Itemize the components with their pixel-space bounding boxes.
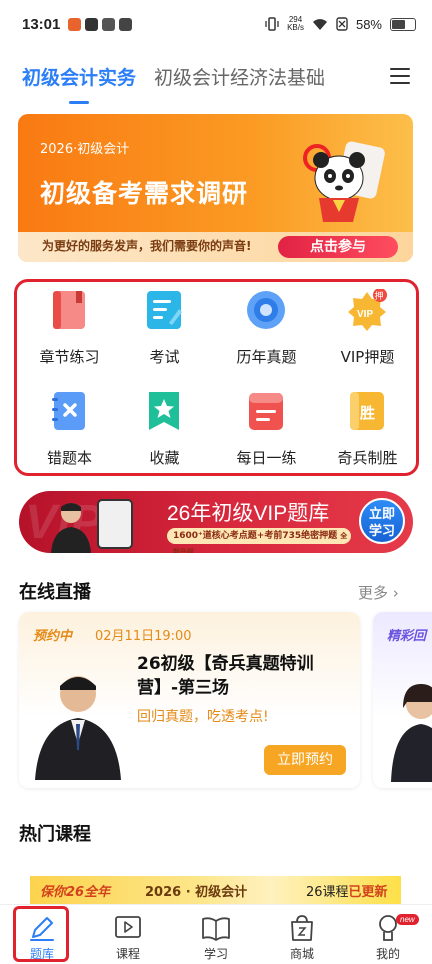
shopping-bag-icon: [291, 915, 313, 941]
tab-practice[interactable]: 初级会计实务: [22, 63, 136, 104]
join-survey-button[interactable]: 点击参与: [278, 236, 398, 258]
wifi-icon: [312, 18, 327, 30]
sim-off-icon: [336, 17, 348, 31]
tab-economic-law[interactable]: 初级会计经济法基础: [154, 63, 325, 90]
teacher-photo: [35, 676, 121, 780]
banner-tag: 2026·初级会计: [40, 142, 130, 157]
top-nav: 初级会计实务 初级会计经济法基础: [0, 48, 432, 104]
grid-item-label: 错题本: [46, 449, 92, 467]
grid-item-label: 章节练习: [39, 348, 100, 366]
tab-label: 商城: [289, 947, 314, 961]
grid-item-daily-practice[interactable]: 每日一练: [219, 384, 314, 474]
notification-icons: [68, 17, 133, 31]
tab-study[interactable]: 学习: [186, 905, 246, 964]
tab-label: 课程: [115, 947, 140, 961]
hot-banner-update-highlight: 已更新: [348, 885, 388, 900]
more-label: 更多: [358, 584, 389, 602]
grid-item-label: 考试: [149, 348, 180, 366]
grid-item-mistake-book[interactable]: 错题本: [22, 384, 117, 474]
banner-subtitle: 为更好的服务发声，我们需要你的声音!: [42, 239, 252, 253]
grid-item-favorites[interactable]: 收藏: [117, 384, 212, 474]
hot-banner-update: 26课程已更新: [306, 881, 388, 900]
hot-section-title: 热门课程: [19, 824, 91, 845]
vip-pill-text: 1600⁺道核心考点题+考前735绝密押题: [173, 531, 338, 541]
vip-badge: 押: [375, 290, 384, 302]
status-time: 13:01: [22, 15, 61, 33]
surprise-glyph: 胜: [360, 404, 375, 422]
grid-item-vip-prediction[interactable]: VIP 押 VIP押题: [320, 283, 415, 373]
study-now-label: 立即学习: [368, 507, 395, 539]
teacher-photo: [391, 684, 432, 782]
live-card[interactable]: 精彩回: [373, 612, 432, 788]
grid-item-label: 历年真题: [236, 348, 297, 366]
mistake-book-icon: [52, 392, 85, 430]
vip-prediction-icon: VIP 押: [348, 289, 387, 331]
app-notification-icon: [119, 17, 133, 31]
grid-item-exam[interactable]: 考试: [117, 283, 212, 373]
app-notification-icon: [85, 17, 99, 31]
svg-text:VIP: VIP: [357, 309, 373, 320]
tab-label: 我的: [375, 947, 400, 961]
tab-label: 学习: [203, 947, 228, 961]
vip-feature-pill: 1600⁺道核心考点题+考前735绝密押题 全新升级: [167, 528, 351, 553]
favorites-icon: [149, 392, 179, 430]
survey-banner[interactable]: 2026·初级会计 初级备考需求调研 为更好的服务发声，我们需要你的声音! 点击…: [18, 114, 413, 262]
live-status-tag: 预约中: [33, 629, 73, 644]
chevron-right-icon: ›: [392, 584, 399, 602]
live-section-title: 在线直播: [19, 582, 91, 603]
live-card[interactable]: 预约中 02月11日19:00 26初级【奇兵真题特训营】-第三场 回归真题，吃…: [19, 612, 360, 788]
grid-item-label: 奇兵制胜: [337, 449, 398, 467]
net-speed: 294 KB/s: [287, 16, 304, 32]
tab-courses[interactable]: 课程: [98, 905, 158, 964]
grid-item-label: 每日一练: [236, 449, 297, 467]
reserve-button[interactable]: 立即预约: [264, 745, 346, 775]
hot-banner-slogan: 保你26全年: [40, 885, 111, 900]
tab-mall[interactable]: 商城: [272, 905, 332, 964]
new-badge: new: [396, 914, 419, 925]
status-bar: 13:01 294 KB/s 58%: [0, 0, 432, 48]
net-speed-unit: KB/s: [287, 23, 304, 32]
open-book-icon: [202, 917, 230, 941]
battery-icon: [390, 17, 416, 31]
grid-item-label: 收藏: [149, 449, 180, 467]
grid-item-past-papers[interactable]: 历年真题: [219, 283, 314, 373]
study-now-button[interactable]: 立即学习: [359, 498, 405, 544]
battery-percent: 58%: [355, 16, 382, 32]
vip-question-bank-banner[interactable]: VIP 26年初级VIP题库 1600⁺道核心考点题+考前735绝密押题 全新升…: [19, 491, 413, 553]
exam-icon: [147, 291, 182, 329]
banner-title: 初级备考需求调研: [40, 179, 249, 208]
menu-icon[interactable]: [390, 68, 410, 84]
app-notification-icon: [102, 17, 116, 31]
daily-practice-icon: [249, 393, 283, 430]
vip-headline: 26年初级VIP题库: [167, 502, 330, 525]
hot-course-banner[interactable]: 保你26全年 2026 · 初级会计 26课程已更新: [30, 876, 401, 904]
panda-mascot-icon: [303, 141, 385, 222]
live-date: 02月11日19:00: [95, 629, 192, 644]
hot-banner-update-prefix: 26课程: [306, 885, 349, 900]
past-papers-icon: [247, 291, 285, 329]
more-link[interactable]: 更多 ›: [358, 582, 399, 603]
teacher-avatar: [51, 503, 91, 553]
live-title: 26初级【奇兵真题特训营】-第三场: [137, 654, 314, 698]
grid-item-label: VIP押题: [340, 348, 395, 366]
hot-banner-course: 2026 · 初级会计: [145, 885, 248, 900]
grid-item-surprise-win[interactable]: 胜 奇兵制胜: [320, 384, 415, 474]
phone-illustration: [97, 499, 133, 549]
live-subtitle: 回归真题，吃透考点!: [137, 709, 269, 725]
vibrate-icon: [265, 17, 279, 31]
play-video-icon: [115, 916, 141, 938]
chapter-practice-icon: [53, 291, 85, 329]
grid-item-chapter-practice[interactable]: 章节练习: [22, 283, 117, 373]
app-notification-icon: [68, 17, 82, 31]
live-status-tag: 精彩回: [387, 629, 427, 644]
active-tab-highlight: [13, 906, 69, 962]
surprise-win-icon: 胜: [350, 392, 384, 430]
